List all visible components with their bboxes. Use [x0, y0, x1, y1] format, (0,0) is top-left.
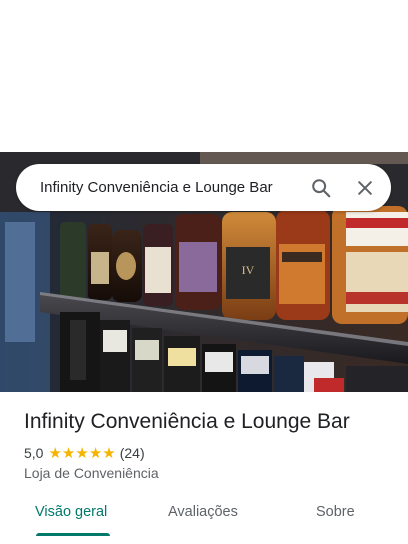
star-icon: ★	[75, 444, 89, 462]
star-icon: ★	[102, 444, 116, 462]
blank-top-area	[0, 0, 408, 152]
clear-search-button[interactable]	[345, 168, 385, 208]
place-tabs: Visão geral Avaliações Sobre	[0, 496, 408, 536]
star-icon: ★	[88, 444, 103, 462]
review-count[interactable]: (24)	[120, 445, 145, 461]
place-category[interactable]: Loja de Conveniência	[24, 465, 159, 481]
star-icon: ★	[48, 444, 62, 462]
tab-about[interactable]: Sobre	[316, 504, 355, 520]
tab-reviews[interactable]: Avaliações	[168, 504, 238, 520]
search-bar[interactable]: Infinity Conveniência e Lounge Bar	[16, 164, 391, 211]
active-tab-indicator	[36, 533, 110, 536]
star-icon: ★	[61, 444, 76, 462]
tab-overview[interactable]: Visão geral	[35, 504, 107, 520]
search-button[interactable]	[301, 168, 341, 208]
rating-stars: ★ ★ ★ ★ ★	[48, 446, 115, 461]
rating-row[interactable]: 5,0 ★ ★ ★ ★ ★ (24)	[24, 445, 145, 461]
svg-text:IV: IV	[242, 263, 255, 277]
search-icon	[312, 178, 331, 197]
rating-value: 5,0	[24, 445, 44, 461]
place-title: Infinity Conveniência e Lounge Bar	[24, 410, 350, 433]
search-query-text[interactable]: Infinity Conveniência e Lounge Bar	[40, 179, 301, 196]
close-icon	[358, 180, 372, 195]
